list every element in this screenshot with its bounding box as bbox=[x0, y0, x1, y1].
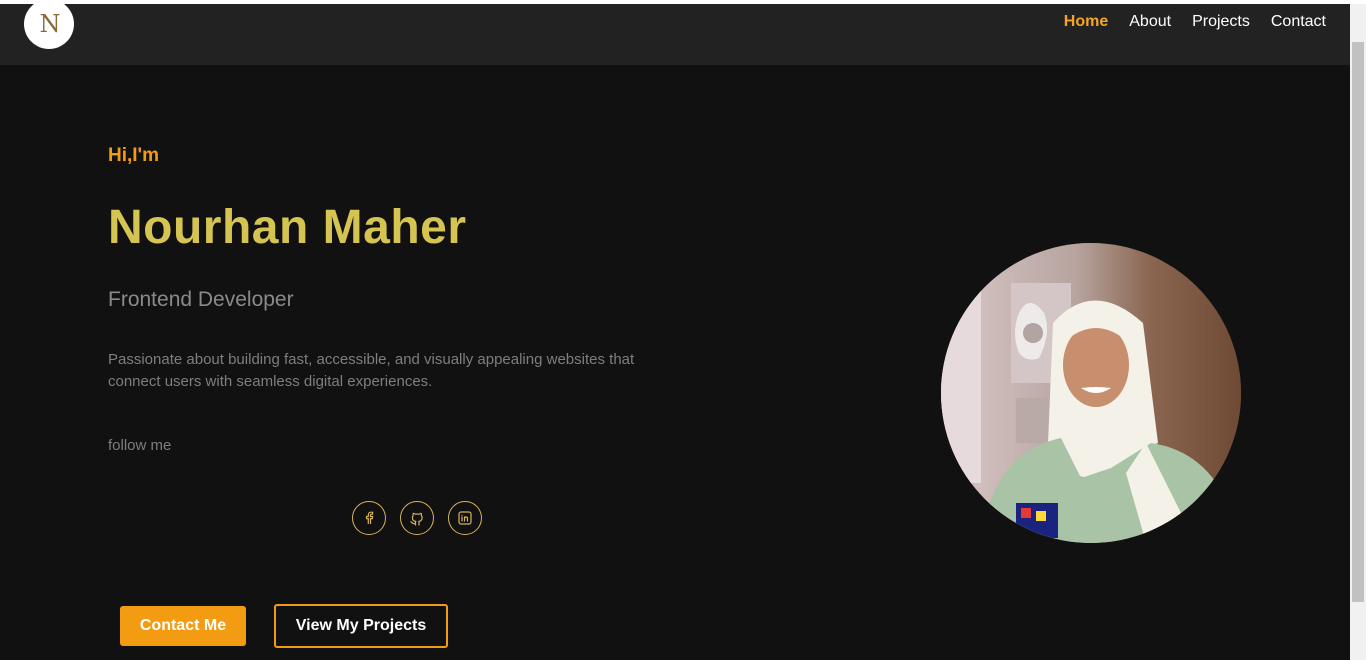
nav-links: Home About Projects Contact bbox=[1064, 12, 1326, 32]
profile-photo bbox=[941, 243, 1241, 543]
contact-me-button[interactable]: Contact Me bbox=[120, 606, 246, 646]
nav-home[interactable]: Home bbox=[1064, 12, 1108, 32]
linkedin-icon bbox=[458, 511, 472, 525]
hero-role: Frontend Developer bbox=[108, 288, 294, 311]
view-projects-button[interactable]: View My Projects bbox=[274, 604, 448, 648]
github-icon bbox=[410, 512, 423, 526]
hero-name: Nourhan Maher bbox=[108, 201, 467, 254]
logo-letter: N bbox=[39, 10, 61, 38]
nav-projects[interactable]: Projects bbox=[1192, 12, 1250, 32]
navbar: N Home About Projects Contact bbox=[0, 0, 1350, 65]
github-link[interactable] bbox=[400, 501, 434, 535]
facebook-icon bbox=[365, 511, 374, 524]
facebook-link[interactable] bbox=[352, 501, 386, 535]
scrollbar-thumb[interactable] bbox=[1352, 42, 1364, 602]
follow-label: follow me bbox=[108, 437, 172, 454]
profile-photo-illustration bbox=[941, 243, 1241, 543]
hero-bio: Passionate about building fast, accessib… bbox=[108, 351, 635, 390]
scrollbar[interactable] bbox=[1350, 4, 1366, 660]
social-links bbox=[352, 501, 482, 535]
logo[interactable]: N bbox=[24, 0, 74, 49]
nav-about[interactable]: About bbox=[1129, 12, 1171, 32]
page: N Home About Projects Contact Hi,I'm Nou… bbox=[0, 0, 1366, 660]
hero-greeting: Hi,I'm bbox=[108, 145, 159, 166]
nav-contact[interactable]: Contact bbox=[1271, 12, 1326, 32]
linkedin-link[interactable] bbox=[448, 501, 482, 535]
